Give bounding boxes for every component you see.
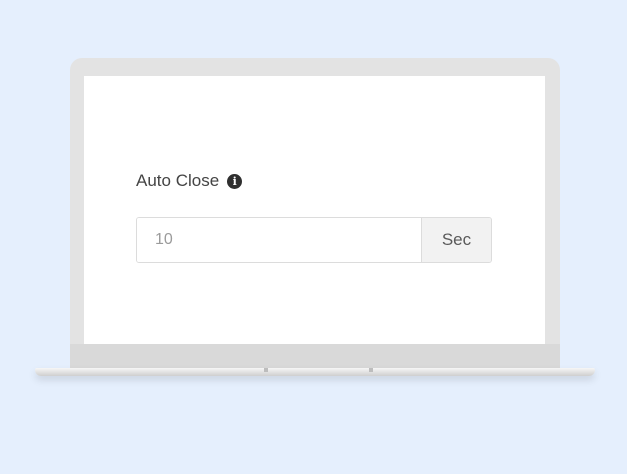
auto-close-label: Auto Close [136, 171, 220, 190]
laptop-base [35, 368, 595, 376]
auto-close-input-group: Sec [136, 217, 492, 263]
laptop-bottom-bezel [70, 344, 560, 368]
hinge-notch-left [264, 368, 268, 372]
seconds-unit-addon: Sec [421, 218, 491, 262]
auto-close-label-row: Auto Close i [136, 171, 243, 191]
hinge-notch-right [369, 368, 373, 372]
auto-close-seconds-input[interactable] [137, 218, 421, 262]
laptop-screen [84, 76, 545, 344]
info-icon[interactable]: i [227, 173, 243, 189]
